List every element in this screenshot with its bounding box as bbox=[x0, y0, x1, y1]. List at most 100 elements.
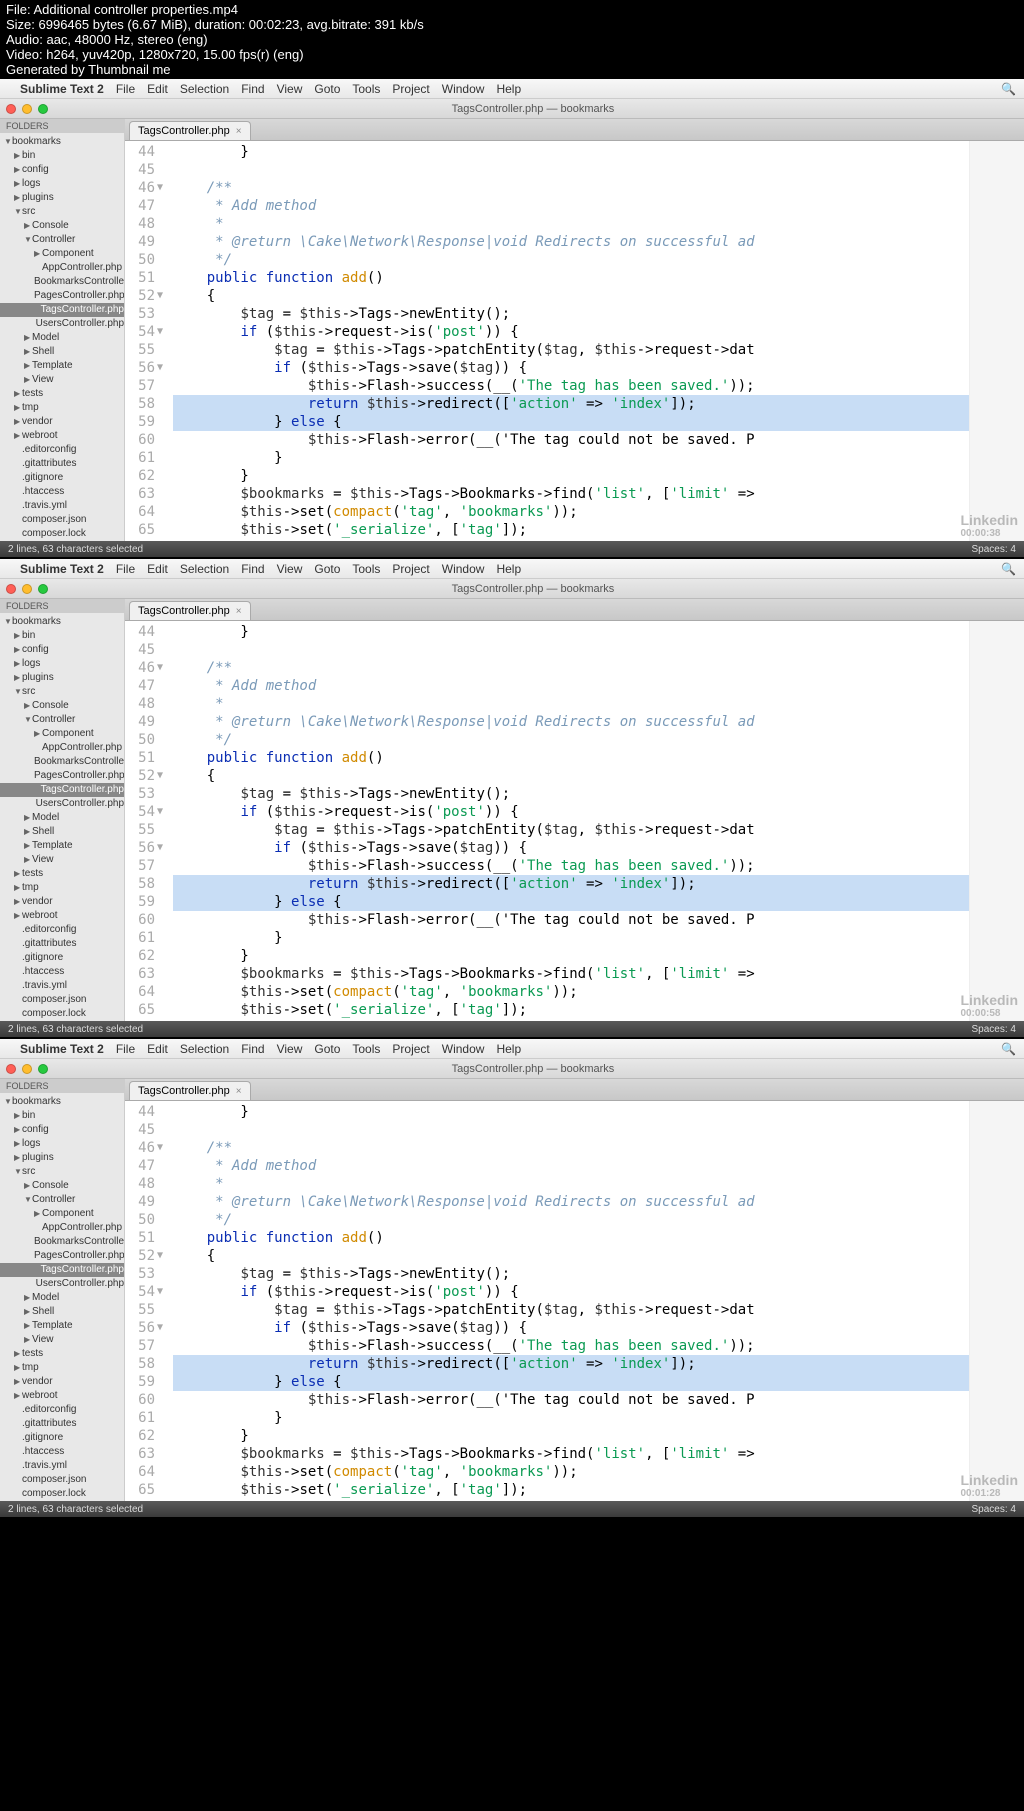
tree-item[interactable]: composer.json bbox=[0, 1473, 124, 1487]
tab-close-icon[interactable]: × bbox=[236, 606, 242, 617]
tree-item[interactable]: ▶plugins bbox=[0, 191, 124, 205]
tree-item[interactable]: UsersController.php bbox=[0, 797, 124, 811]
menu-find[interactable]: Find bbox=[241, 82, 264, 96]
minimap[interactable] bbox=[969, 141, 1024, 541]
code[interactable]: } /** * Add method * * @return \Cake\Net… bbox=[161, 1101, 969, 1501]
tree-item[interactable]: ▶Shell bbox=[0, 825, 124, 839]
tree-item[interactable]: ▶webroot bbox=[0, 429, 124, 443]
tree-item[interactable]: composer.json bbox=[0, 513, 124, 527]
tree-item[interactable]: .htaccess bbox=[0, 485, 124, 499]
search-icon[interactable]: 🔍 bbox=[1001, 1042, 1016, 1056]
tree-item[interactable]: ▶tests bbox=[0, 867, 124, 881]
tree-item[interactable]: ▼bookmarks bbox=[0, 615, 124, 629]
tree-item[interactable]: BookmarksController.php bbox=[0, 755, 124, 769]
menu-selection[interactable]: Selection bbox=[180, 562, 229, 576]
tree-item[interactable]: ▶bin bbox=[0, 629, 124, 643]
status-spaces[interactable]: Spaces: 4 bbox=[972, 544, 1016, 555]
menu-help[interactable]: Help bbox=[496, 82, 521, 96]
code-area[interactable]: 444546▼474849505152▼5354▼5556▼5758596061… bbox=[125, 621, 1024, 1021]
tree-item[interactable]: .travis.yml bbox=[0, 979, 124, 993]
minimize-icon[interactable] bbox=[22, 1064, 32, 1074]
menu-tools[interactable]: Tools bbox=[352, 1042, 380, 1056]
tree-item[interactable]: ▶tests bbox=[0, 1347, 124, 1361]
tree-item[interactable]: ▶Shell bbox=[0, 345, 124, 359]
tree-item[interactable]: ▶plugins bbox=[0, 671, 124, 685]
tree-item[interactable]: .editorconfig bbox=[0, 1403, 124, 1417]
menu-project[interactable]: Project bbox=[392, 562, 429, 576]
tree-item[interactable]: ▶tests bbox=[0, 387, 124, 401]
tree-item[interactable]: ▶logs bbox=[0, 1137, 124, 1151]
tree-item[interactable]: BookmarksController.php bbox=[0, 275, 124, 289]
tree-item[interactable]: TagsController.php bbox=[0, 303, 124, 317]
tree-item[interactable]: ▶Shell bbox=[0, 1305, 124, 1319]
menu-edit[interactable]: Edit bbox=[147, 562, 168, 576]
tree-item[interactable]: ▶Template bbox=[0, 1319, 124, 1333]
tree-item[interactable]: composer.lock bbox=[0, 1007, 124, 1021]
menu-selection[interactable]: Selection bbox=[180, 1042, 229, 1056]
menu-edit[interactable]: Edit bbox=[147, 82, 168, 96]
tree-item[interactable]: AppController.php bbox=[0, 741, 124, 755]
tree-item[interactable]: ▼Controller bbox=[0, 233, 124, 247]
tree-item[interactable]: ▼src bbox=[0, 1165, 124, 1179]
menu-help[interactable]: Help bbox=[496, 562, 521, 576]
search-icon[interactable]: 🔍 bbox=[1001, 82, 1016, 96]
menu-window[interactable]: Window bbox=[442, 82, 485, 96]
code[interactable]: } /** * Add method * * @return \Cake\Net… bbox=[161, 141, 969, 541]
menu-goto[interactable]: Goto bbox=[314, 562, 340, 576]
menu-tools[interactable]: Tools bbox=[352, 562, 380, 576]
status-spaces[interactable]: Spaces: 4 bbox=[972, 1024, 1016, 1035]
menu-tools[interactable]: Tools bbox=[352, 82, 380, 96]
menu-view[interactable]: View bbox=[277, 562, 303, 576]
tab-tagscontroller[interactable]: TagsController.php × bbox=[129, 121, 251, 140]
code-area[interactable]: 444546▼474849505152▼5354▼5556▼5758596061… bbox=[125, 141, 1024, 541]
tree-item[interactable]: .gitignore bbox=[0, 951, 124, 965]
tree-item[interactable]: ▶Console bbox=[0, 699, 124, 713]
tree-item[interactable]: .editorconfig bbox=[0, 443, 124, 457]
tree-item[interactable]: PagesController.php bbox=[0, 769, 124, 783]
minimap[interactable] bbox=[969, 1101, 1024, 1501]
tree-item[interactable]: ▶config bbox=[0, 163, 124, 177]
menu-window[interactable]: Window bbox=[442, 562, 485, 576]
tree-item[interactable]: .gitignore bbox=[0, 1431, 124, 1445]
tree-item[interactable]: PagesController.php bbox=[0, 1249, 124, 1263]
zoom-icon[interactable] bbox=[38, 1064, 48, 1074]
tree-item[interactable]: ▶View bbox=[0, 373, 124, 387]
tree-item[interactable]: .travis.yml bbox=[0, 1459, 124, 1473]
minimap[interactable] bbox=[969, 621, 1024, 1021]
tree-item[interactable]: .htaccess bbox=[0, 965, 124, 979]
tree-item[interactable]: ▶Template bbox=[0, 839, 124, 853]
tree-item[interactable]: .gitattributes bbox=[0, 1417, 124, 1431]
zoom-icon[interactable] bbox=[38, 584, 48, 594]
tree-item[interactable]: ▶plugins bbox=[0, 1151, 124, 1165]
tree-item[interactable]: ▼bookmarks bbox=[0, 135, 124, 149]
close-icon[interactable] bbox=[6, 1064, 16, 1074]
tree-item[interactable]: ▶webroot bbox=[0, 1389, 124, 1403]
code[interactable]: } /** * Add method * * @return \Cake\Net… bbox=[161, 621, 969, 1021]
tree-item[interactable]: ▶tmp bbox=[0, 881, 124, 895]
tree-item[interactable]: ▶bin bbox=[0, 149, 124, 163]
menu-window[interactable]: Window bbox=[442, 1042, 485, 1056]
tree-item[interactable]: ▶Component bbox=[0, 247, 124, 261]
tree-item[interactable]: ▶vendor bbox=[0, 415, 124, 429]
tree-item[interactable]: ▶logs bbox=[0, 177, 124, 191]
tree-item[interactable]: .gitattributes bbox=[0, 457, 124, 471]
tree-item[interactable]: ▶Model bbox=[0, 1291, 124, 1305]
tab-close-icon[interactable]: × bbox=[236, 126, 242, 137]
tree-item[interactable]: composer.lock bbox=[0, 527, 124, 541]
menu-project[interactable]: Project bbox=[392, 82, 429, 96]
tree-item[interactable]: ▼Controller bbox=[0, 713, 124, 727]
tree-item[interactable]: ▶Template bbox=[0, 359, 124, 373]
minimize-icon[interactable] bbox=[22, 584, 32, 594]
menu-goto[interactable]: Goto bbox=[314, 1042, 340, 1056]
tree-item[interactable]: .gitattributes bbox=[0, 937, 124, 951]
menu-file[interactable]: File bbox=[116, 1042, 135, 1056]
tree-item[interactable]: ▶Console bbox=[0, 1179, 124, 1193]
tree-item[interactable]: ▼bookmarks bbox=[0, 1095, 124, 1109]
tree-item[interactable]: .gitignore bbox=[0, 471, 124, 485]
tree-item[interactable]: ▶tmp bbox=[0, 401, 124, 415]
tree-item[interactable]: UsersController.php bbox=[0, 1277, 124, 1291]
menu-view[interactable]: View bbox=[277, 82, 303, 96]
app-name[interactable]: Sublime Text 2 bbox=[20, 562, 104, 576]
tree-item[interactable]: ▶tmp bbox=[0, 1361, 124, 1375]
tree-item[interactable]: AppController.php bbox=[0, 261, 124, 275]
